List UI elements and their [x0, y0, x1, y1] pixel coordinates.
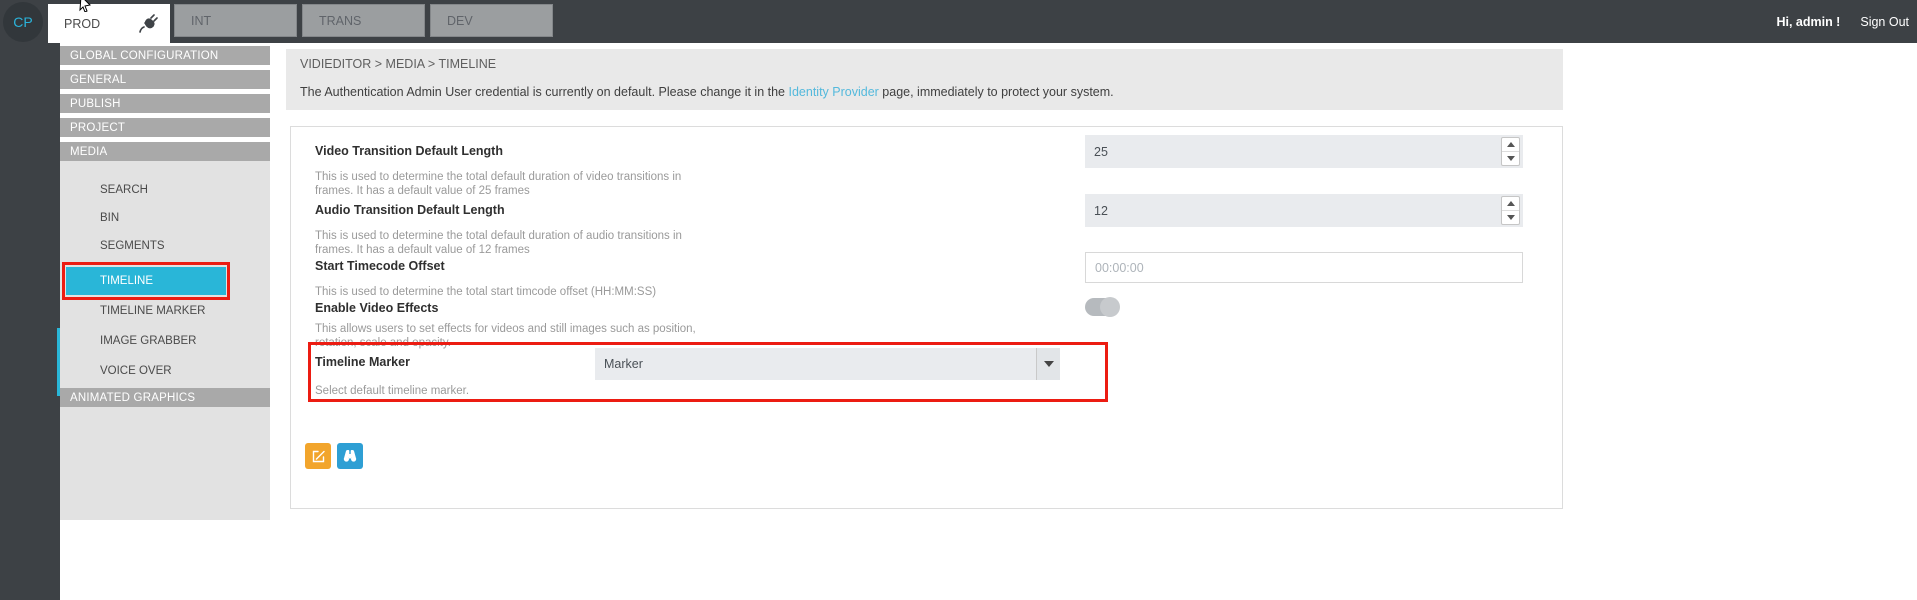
sidebar-item-timeline[interactable]: TIMELINE — [66, 267, 226, 295]
audio-transition-length-input[interactable]: 12 — [1085, 194, 1523, 227]
enable-video-effects-label: Enable Video Effects — [315, 301, 438, 315]
video-transition-length-description: This is used to determine the total defa… — [315, 170, 715, 198]
sidebar-item-timeline-marker[interactable]: TIMELINE MARKER — [60, 299, 270, 323]
pencil-edit-icon — [311, 449, 326, 464]
audio-transition-length-description: This is used to determine the total defa… — [315, 229, 715, 257]
sidebar-header-general[interactable]: GENERAL — [60, 70, 270, 89]
toggle-knob — [1100, 297, 1120, 317]
chevron-down-icon[interactable] — [1036, 348, 1060, 380]
user-area: Hi, admin ! Sign Out — [1776, 0, 1909, 43]
spinner-up-icon[interactable] — [1502, 197, 1519, 211]
video-transition-length-input[interactable]: 25 — [1085, 135, 1523, 168]
sidebar-header-media[interactable]: MEDIA — [60, 142, 270, 161]
find-button[interactable] — [337, 443, 363, 469]
sidebar-header-animated-graphics[interactable]: ANIMATED GRAPHICS — [60, 388, 270, 407]
spinner-down-icon[interactable] — [1502, 152, 1519, 165]
sidebar-header-publish[interactable]: PUBLISH — [60, 94, 270, 113]
icon-rail — [0, 43, 60, 600]
warning-text-post: page, immediately to protect your system… — [879, 85, 1114, 99]
tab-int-label: INT — [191, 14, 211, 28]
enable-video-effects-toggle[interactable] — [1085, 298, 1119, 316]
video-transition-length-value: 25 — [1094, 145, 1108, 159]
breadcrumb: VIDIEDITOR > MEDIA > TIMELINE — [300, 57, 496, 71]
video-transition-length-label: Video Transition Default Length — [315, 144, 503, 158]
user-greeting: Hi, admin ! — [1776, 15, 1840, 29]
tab-dev-label: DEV — [447, 14, 473, 28]
active-rail-indicator — [57, 328, 60, 396]
timeline-marker-dropdown[interactable]: Marker — [595, 348, 1060, 380]
audio-transition-length-label: Audio Transition Default Length — [315, 203, 505, 217]
start-timecode-offset-input[interactable] — [1085, 252, 1523, 283]
sidebar-item-bin[interactable]: BIN — [60, 206, 270, 230]
enable-video-effects-description: This allows users to set effects for vid… — [315, 322, 715, 350]
mouse-cursor-icon — [79, 0, 93, 12]
spinner-up-icon[interactable] — [1502, 138, 1519, 152]
plug-icon — [139, 14, 158, 33]
sign-out-link[interactable]: Sign Out — [1860, 15, 1909, 29]
start-timecode-offset-label: Start Timecode Offset — [315, 259, 445, 273]
sidebar-item-voice-over[interactable]: VOICE OVER — [60, 359, 270, 383]
start-timecode-offset-description: This is used to determine the total star… — [315, 285, 755, 299]
timeline-marker-description: Select default timeline marker. — [315, 384, 715, 398]
tab-trans[interactable]: TRANS — [302, 4, 425, 37]
sidebar-item-search[interactable]: SEARCH — [60, 178, 270, 202]
sidebar-item-segments[interactable]: SEGMENTS — [60, 234, 270, 258]
tab-trans-label: TRANS — [319, 14, 361, 28]
audio-transition-length-spinner[interactable] — [1501, 196, 1520, 225]
warning-message: The Authentication Admin User credential… — [300, 85, 1114, 99]
tab-prod[interactable]: PROD — [48, 4, 170, 43]
video-transition-length-spinner[interactable] — [1501, 137, 1520, 166]
tab-int[interactable]: INT — [174, 4, 297, 37]
sidebar-item-image-grabber[interactable]: IMAGE GRABBER — [60, 329, 270, 353]
timeline-marker-selected-value: Marker — [604, 357, 643, 371]
sidebar-header-global-configuration[interactable]: GLOBAL CONFIGURATION — [60, 46, 270, 65]
timeline-marker-label: Timeline Marker — [315, 355, 410, 369]
spinner-down-icon[interactable] — [1502, 211, 1519, 224]
tab-prod-label: PROD — [64, 17, 100, 31]
identity-provider-link[interactable]: Identity Provider — [788, 85, 878, 99]
app-logo[interactable]: CP — [3, 2, 43, 42]
tab-dev[interactable]: DEV — [430, 4, 553, 37]
binoculars-icon — [342, 448, 358, 464]
audio-transition-length-value: 12 — [1094, 204, 1108, 218]
warning-text-pre: The Authentication Admin User credential… — [300, 85, 788, 99]
save-edit-button[interactable] — [305, 443, 331, 469]
sidebar-header-project[interactable]: PROJECT — [60, 118, 270, 137]
